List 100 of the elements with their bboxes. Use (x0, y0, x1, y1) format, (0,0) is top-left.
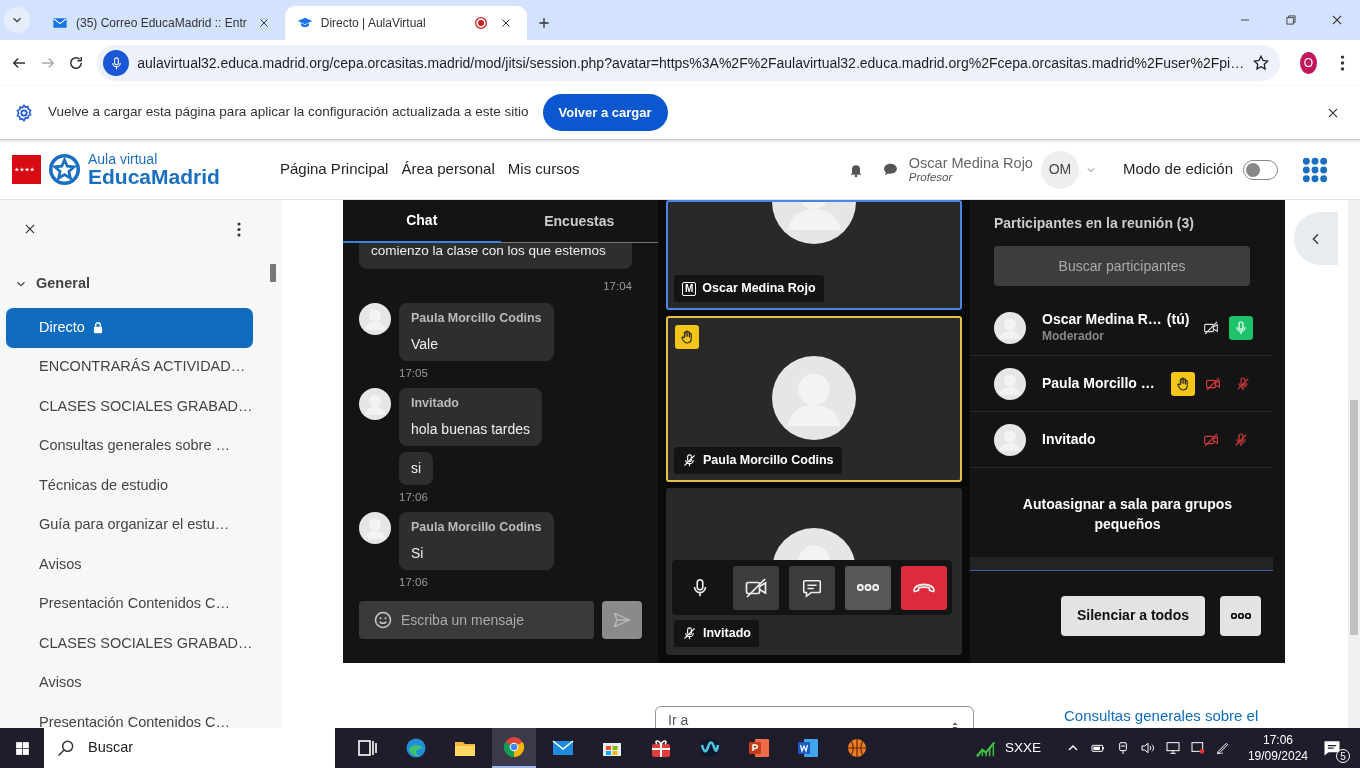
star-icon[interactable] (1252, 54, 1271, 72)
taskbar-search[interactable]: Buscar (44, 728, 335, 768)
search-placeholder: Buscar (88, 738, 134, 758)
notification-center-icon[interactable] (1322, 738, 1342, 758)
taskbar-app[interactable] (492, 728, 536, 768)
emoji-icon (373, 610, 393, 630)
participant-name: Oscar Medina Rojo (702, 280, 816, 298)
next-activity-link[interactable]: Consultas generales sobre el (1064, 705, 1259, 728)
close-icon (499, 17, 512, 29)
item-label: Avisos (39, 554, 82, 574)
taskbar-clock[interactable]: 17:06 19/09/2024 (1247, 731, 1308, 765)
tab-title: (35) Correo EducaMadrid :: Entr (76, 15, 247, 32)
message-text: si (411, 459, 422, 478)
participant-name: Invitado (703, 625, 751, 643)
hang-up-button[interactable] (901, 565, 947, 610)
drawer-toggle-button[interactable] (1294, 212, 1338, 265)
reload-icon (67, 54, 85, 72)
document-app-icon (796, 736, 820, 760)
user-avatar (359, 388, 391, 421)
message-text: Vale (411, 335, 439, 354)
user-avatar (994, 367, 1026, 400)
user-avatar[interactable]: OM (1040, 150, 1079, 189)
user-avatar (359, 303, 391, 336)
message-input[interactable]: Escriba un mensaje (359, 601, 594, 639)
camera-button[interactable] (733, 565, 779, 610)
close-icon (1330, 13, 1344, 27)
breakout-rooms-text: Autoasignar a sala para grupos pequeños (1021, 495, 1234, 535)
course-item[interactable]: Técnicas de estudio (6, 466, 253, 506)
participant-name: Paula Morcillo … (1042, 374, 1155, 393)
course-item[interactable]: Presentación Contenidos C… (6, 584, 253, 624)
nav-link[interactable]: Área personal (401, 158, 495, 181)
windows-icon (13, 739, 31, 757)
message-time: 17:04 (603, 280, 632, 293)
menu-icon (1339, 55, 1345, 71)
ball-app-icon (845, 736, 869, 760)
participants-title: Participantes en la reunión (3) (994, 214, 1195, 233)
round-browser-icon (502, 735, 526, 759)
restore-icon (1284, 13, 1298, 27)
search-placeholder: Buscar participantes (1058, 256, 1186, 276)
course-item[interactable]: Avisos (6, 663, 253, 703)
course-item[interactable]: Directo (6, 308, 253, 348)
input-placeholder: Escriba un mensaje (401, 610, 524, 630)
settings-icon (14, 102, 34, 123)
message-text: Si (411, 544, 425, 563)
self-tag: (tú) (1166, 311, 1190, 329)
clock-time: 17:06 (1261, 731, 1294, 748)
item-label: Directo (39, 317, 85, 337)
course-item[interactable]: Avisos (6, 545, 253, 585)
course-item[interactable]: CLASES SOCIALES GRABAD… (6, 624, 253, 664)
more-icon (857, 584, 879, 591)
nav-link[interactable]: Página Principal (280, 158, 389, 181)
profile-avatar[interactable]: O (1300, 52, 1317, 74)
message-time: 17:05 (399, 366, 428, 381)
item-label: Avisos (39, 673, 82, 693)
apps-grid-icon[interactable] (1302, 156, 1328, 183)
screen-alert-icon[interactable] (1189, 740, 1206, 756)
stock-ticker: SXXE (1004, 738, 1041, 757)
item-label: Consultas generales sobre … (39, 436, 231, 456)
sidebar-scrollbar (270, 264, 276, 282)
participant-search[interactable]: Buscar participantes (994, 246, 1250, 286)
camera-off-icon (744, 575, 768, 600)
browser-tab[interactable]: (35) Correo EducaMadrid :: Entr (40, 6, 285, 40)
reload-page-button[interactable]: Volver a cargar (542, 94, 668, 131)
nav-link[interactable]: Mis cursos (507, 158, 580, 181)
item-label: ENCONTRARÁS ACTIVIDAD… (39, 357, 246, 377)
moderator-badge: M (682, 281, 697, 296)
mute-all-button[interactable]: Silenciar a todos (1061, 595, 1205, 636)
message-time: 17:06 (399, 575, 428, 590)
course-item[interactable]: ENCONTRARÁS ACTIVIDAD… (6, 347, 253, 387)
item-label: Técnicas de estudio (39, 475, 168, 495)
user-name: Oscar Medina Rojo (908, 154, 1033, 172)
address-bar[interactable]: aulavirtual32.educa.madrid.org/cepa.orcasitas.madrid/mod/jitsi/session.php?avatar=https%3A%2F%2Faulavirtual32.educa.madrid.org%2Fcepa.orcasitas.madrid%2Fuser%2Fpi… (97, 45, 1281, 81)
envelope-icon (52, 15, 68, 31)
edit-mode-toggle[interactable] (1243, 159, 1278, 180)
user-avatar (994, 423, 1026, 456)
course-item[interactable]: Guía para organizar el estu… (6, 505, 253, 545)
more-button[interactable] (845, 565, 891, 610)
pen-icon[interactable] (1214, 740, 1231, 756)
browser-tab[interactable]: Directo | AulaVirtual (284, 6, 527, 40)
course-item[interactable]: Presentación Contenidos C… (6, 703, 253, 728)
item-label: CLASES SOCIALES GRABAD… (39, 633, 253, 653)
participant-role: Moderador (1042, 328, 1105, 344)
network-icon[interactable] (1164, 740, 1181, 756)
more-options-button[interactable] (1220, 595, 1261, 636)
messages-icon[interactable] (881, 161, 899, 178)
section-header[interactable]: General (14, 266, 270, 302)
participant-name: Invitado (1042, 430, 1096, 449)
user-avatar (994, 311, 1026, 344)
speaker-icon[interactable] (1139, 740, 1156, 756)
more-icon (237, 221, 241, 237)
close-icon (257, 17, 270, 29)
participant-name: Oscar Medina R… (1042, 311, 1162, 329)
wave-app-icon (698, 736, 722, 760)
course-item[interactable]: Consultas generales sobre … (6, 426, 253, 466)
course-item[interactable]: CLASES SOCIALES GRABAD… (6, 387, 253, 427)
message-time: 17:06 (399, 490, 428, 505)
clock-date: 19/09/2024 (1247, 748, 1308, 765)
tab-title: Directo | AulaVirtual (320, 15, 427, 32)
edit-mode-label: Modo de edición (1122, 159, 1233, 180)
chat-button[interactable] (789, 565, 835, 610)
